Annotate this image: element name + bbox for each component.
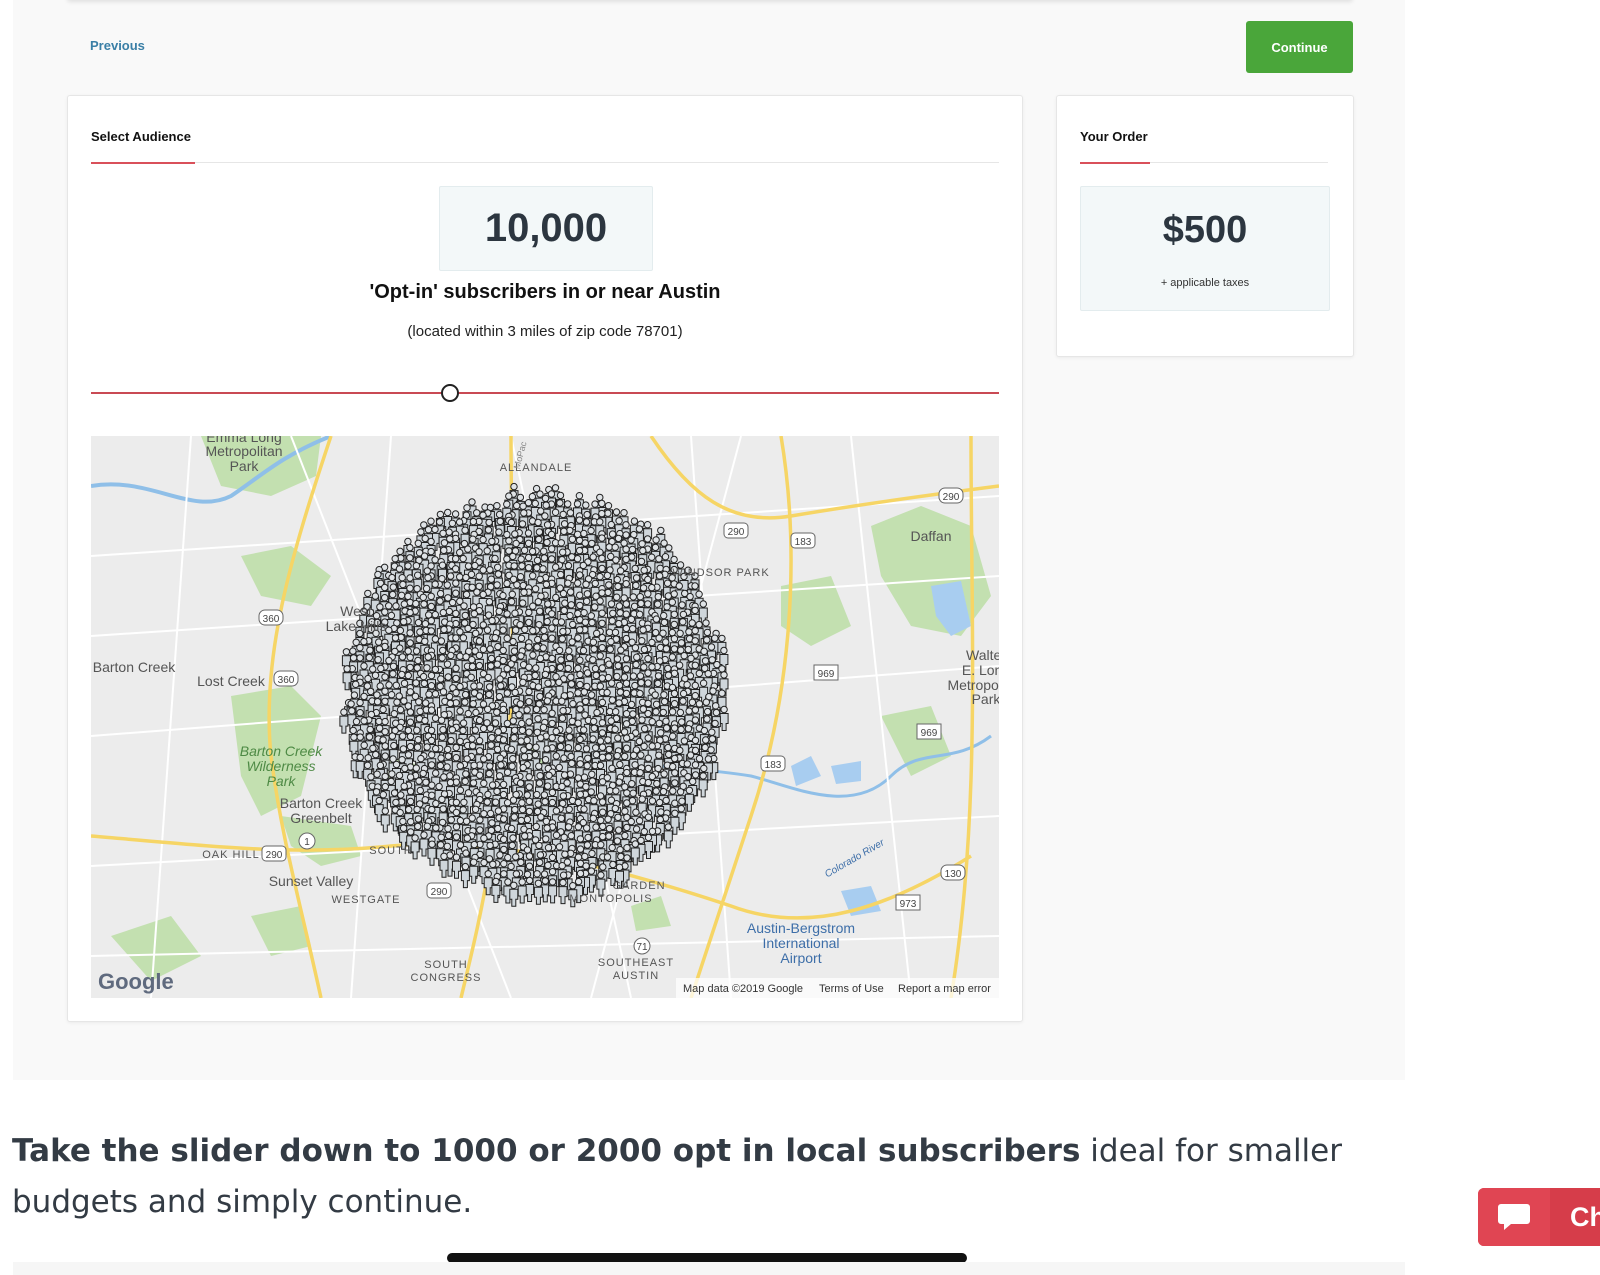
shield-360-b: 360 [278, 675, 295, 686]
price-box: $500 + applicable taxes [1080, 186, 1330, 311]
shield-290-c: 290 [266, 850, 283, 861]
map-label-south-2: SOUTH [424, 959, 468, 971]
select-audience-card: Select Audience 10,000 'Opt-in' subscrib… [67, 95, 1023, 1022]
shield-183: 183 [795, 537, 812, 548]
continue-button[interactable]: Continue [1246, 21, 1353, 73]
map-label-montopolis: MONTOPOLIS [569, 893, 652, 905]
shield-360: 360 [263, 614, 280, 625]
your-order-title: Your Order [1080, 129, 1148, 144]
google-logo: Google [98, 969, 174, 994]
shield-290: 290 [728, 527, 745, 538]
shield-973: 973 [900, 899, 917, 910]
map-label-congress: CONGRESS [411, 972, 482, 984]
slider-handle[interactable] [440, 384, 459, 402]
tab-accent [91, 162, 195, 164]
map-report-link[interactable]: Report a map error [898, 983, 991, 995]
shield-71: 71 [636, 942, 648, 953]
map-label-southeast: SOUTHEAST [598, 957, 674, 969]
chat-label: Ch [1570, 1202, 1600, 1232]
audience-map[interactable]: 290 183 290 360 360 969 969 183 290 290 … [91, 436, 999, 998]
caption-bold: Take the slider down to 1000 or 2000 opt… [12, 1133, 1081, 1169]
shield-290-d: 290 [431, 887, 448, 898]
map-label-e-long: E. Long [962, 662, 999, 678]
map-label-park: Park [230, 458, 260, 474]
map-label-austin-bergstrom: Austin-Bergstrom [747, 920, 855, 936]
subscriber-count: 10,000 [439, 186, 653, 271]
shield-969-b: 969 [921, 728, 938, 739]
shield-969: 969 [818, 669, 835, 680]
audience-subline: (located within 3 miles of zip code 7870… [407, 323, 683, 340]
map-label-oak-hill: OAK HILL [202, 849, 260, 861]
map-attribution: Map data ©2019 Google [683, 983, 803, 995]
map-label-walter: Walter [966, 647, 999, 663]
map-label-west: West [340, 603, 372, 619]
map-label-international: International [762, 935, 839, 951]
map-label-park-2: Park [972, 691, 999, 707]
map-label-greenbelt: Greenbelt [290, 810, 352, 826]
map-label-park-3: Park [267, 773, 297, 789]
map-label-metropolitan: Metropolitan [205, 443, 282, 459]
order-tab-divider [1080, 162, 1328, 164]
your-order-card: Your Order $500 + applicable taxes [1056, 95, 1354, 357]
taxes-note: + applicable taxes [1160, 277, 1250, 289]
map-label-barton-creek: Barton Creek [93, 659, 176, 675]
shield-290-b: 290 [943, 492, 960, 503]
map-label-lost-creek: Lost Creek [197, 673, 266, 689]
map-label-windsor-park: WINDSOR PARK [672, 567, 769, 579]
order-price: $500 [1162, 209, 1248, 251]
map-label-barton-creek-3: Barton Creek [280, 795, 363, 811]
chat-button[interactable]: Ch [1478, 1188, 1600, 1246]
map-label-south: SOUTH [369, 845, 413, 857]
chat-bubble-icon [1478, 1188, 1550, 1246]
map-label-lake-hills: Lake Hills [326, 618, 387, 634]
shield-1: 1 [304, 837, 310, 848]
map-label-austin: AUSTIN [613, 970, 659, 982]
map-label-barton-creek-wild: Barton Creek [240, 743, 323, 759]
map-label-garden: GARDEN [612, 880, 665, 892]
audience-slider[interactable] [91, 384, 999, 402]
map-label-airport: Airport [780, 950, 821, 966]
select-audience-title: Select Audience [91, 129, 191, 144]
tab-divider [91, 162, 999, 164]
bottom-strip [13, 1262, 1405, 1275]
previous-link[interactable]: Previous [90, 38, 145, 53]
order-tab-accent [1080, 162, 1150, 164]
map-label-wilderness: Wilderness [246, 758, 315, 774]
map-label-sunset-valley: Sunset Valley [269, 873, 354, 889]
shield-183-b: 183 [765, 760, 782, 771]
shield-130: 130 [945, 869, 962, 880]
map-terms-link[interactable]: Terms of Use [819, 983, 884, 995]
audience-headline: 'Opt-in' subscribers in or near Austin [369, 281, 721, 303]
map-label-daffan: Daffan [911, 528, 952, 544]
instruction-caption: Take the slider down to 1000 or 2000 opt… [12, 1126, 1402, 1228]
map-label-westgate: WESTGATE [332, 894, 401, 906]
